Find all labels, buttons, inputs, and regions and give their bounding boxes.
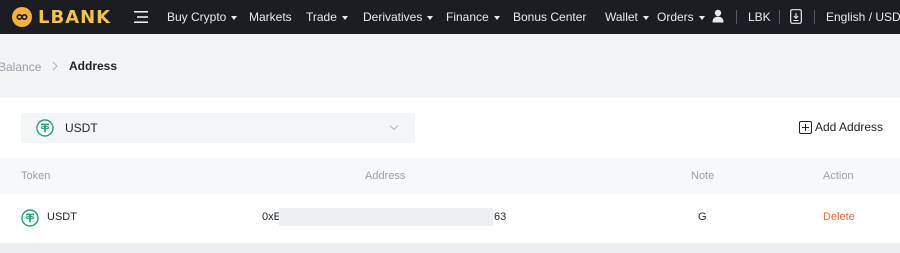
nav-item-label: LBK bbox=[748, 10, 771, 24]
header-token: Token bbox=[21, 170, 51, 182]
nav-item-label: Trade bbox=[306, 10, 337, 24]
nav-item-label: Orders bbox=[657, 10, 694, 24]
nav-divider bbox=[779, 10, 780, 24]
nav-item-label: Wallet bbox=[605, 10, 638, 24]
nav-wallet[interactable]: Wallet bbox=[605, 10, 649, 24]
plus-square-icon bbox=[799, 120, 812, 134]
nav-item-label: Derivatives bbox=[363, 10, 423, 24]
address-redaction bbox=[279, 208, 493, 226]
nav-item-label: Buy Crypto bbox=[167, 10, 227, 24]
table-header: Token Address Note Action bbox=[0, 158, 900, 194]
chevron-right-icon bbox=[52, 61, 58, 71]
caret-down-icon bbox=[493, 15, 500, 20]
nav-item-label: English / USD bbox=[826, 10, 900, 24]
chevron-down-icon bbox=[389, 125, 399, 131]
address-card: USDT Add Address Token Address Note Acti… bbox=[0, 98, 900, 243]
caret-down-icon bbox=[427, 15, 434, 20]
lbank-logo-icon bbox=[12, 7, 32, 27]
token-select[interactable]: USDT bbox=[21, 113, 415, 143]
nav-divider bbox=[814, 10, 815, 24]
breadcrumb-balance-link[interactable]: Balance bbox=[0, 60, 41, 74]
user-icon[interactable] bbox=[712, 9, 724, 23]
nav-bonus-center[interactable]: Bonus Center bbox=[513, 10, 586, 24]
nav-trade[interactable]: Trade bbox=[306, 10, 348, 24]
add-address-button[interactable]: Add Address bbox=[799, 120, 883, 134]
nav-finance[interactable]: Finance bbox=[446, 10, 500, 24]
nav-buy-crypto[interactable]: Buy Crypto bbox=[167, 10, 238, 24]
header-action: Action bbox=[823, 170, 854, 182]
row-token: USDT bbox=[47, 211, 77, 223]
nav-item-label: Markets bbox=[249, 10, 292, 24]
menu-icon[interactable] bbox=[134, 11, 148, 23]
header-note: Note bbox=[691, 170, 715, 182]
caret-down-icon bbox=[231, 15, 238, 20]
add-address-label: Add Address bbox=[815, 120, 884, 134]
tether-icon bbox=[36, 119, 54, 137]
top-navbar: LBANK Buy Crypto Markets Trade Derivativ… bbox=[0, 0, 900, 34]
breadcrumb-current: Address bbox=[69, 59, 118, 73]
nav-language-currency[interactable]: English / USD bbox=[826, 10, 900, 24]
nav-item-label: Finance bbox=[446, 10, 489, 24]
breadcrumb: Balance Address bbox=[0, 34, 900, 98]
token-select-value: USDT bbox=[65, 121, 98, 135]
nav-orders[interactable]: Orders bbox=[657, 10, 705, 24]
brand-logo[interactable]: LBANK bbox=[12, 6, 112, 28]
nav-derivatives[interactable]: Derivatives bbox=[363, 10, 434, 24]
row-address-suffix: 63 bbox=[494, 211, 507, 223]
row-note: G bbox=[698, 211, 707, 223]
caret-down-icon bbox=[642, 15, 649, 20]
nav-divider bbox=[736, 10, 737, 24]
header-address: Address bbox=[365, 170, 406, 182]
delete-button[interactable]: Delete bbox=[823, 211, 855, 223]
caret-down-icon bbox=[698, 15, 705, 20]
page-footer-band bbox=[0, 243, 900, 253]
brand-name: LBANK bbox=[38, 6, 112, 28]
nav-item-label: Bonus Center bbox=[513, 10, 587, 24]
table-row: USDT 0xE 63 G Delete bbox=[0, 198, 900, 238]
tether-icon bbox=[21, 209, 39, 227]
caret-down-icon bbox=[341, 15, 348, 20]
nav-markets[interactable]: Markets bbox=[249, 10, 292, 24]
nav-lbk[interactable]: LBK bbox=[748, 10, 771, 24]
download-app-icon[interactable] bbox=[790, 9, 802, 24]
